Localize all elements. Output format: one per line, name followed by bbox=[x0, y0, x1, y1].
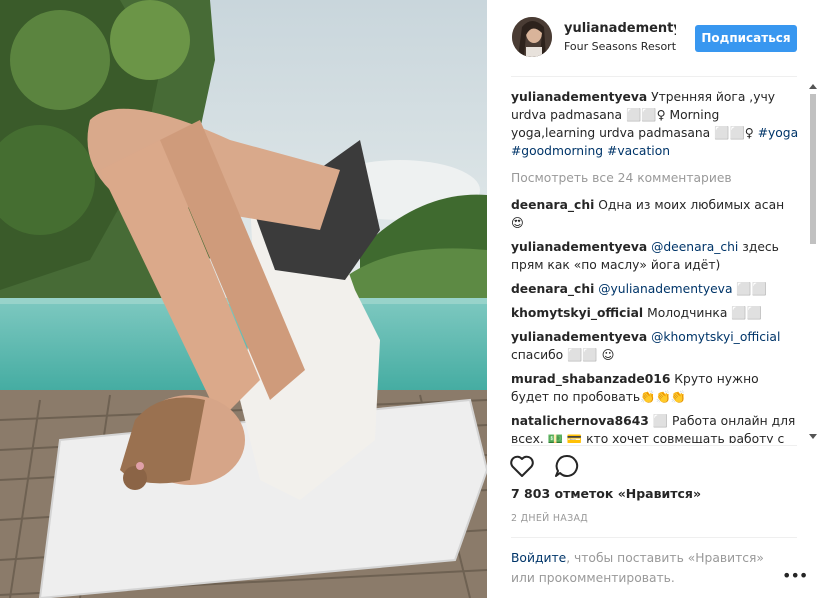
comment-text: ⬜⬜ bbox=[736, 282, 768, 296]
scroll-down-arrow-icon[interactable] bbox=[809, 434, 817, 439]
comment-username[interactable]: khomytskyi_official bbox=[511, 306, 643, 320]
avatar[interactable] bbox=[512, 17, 552, 57]
scrollbar-thumb[interactable] bbox=[810, 94, 816, 244]
comments-scrollbar[interactable] bbox=[808, 78, 818, 445]
comment: murad_shabanzade016 Круто нужно будет по… bbox=[511, 370, 799, 406]
more-options-icon[interactable]: ••• bbox=[782, 566, 808, 585]
comment: yulianadementyeva @khomytskyi_official с… bbox=[511, 328, 799, 364]
yoga-photo-illustration bbox=[0, 0, 487, 598]
likes-count[interactable]: 7 803 отметок «Нравится» bbox=[511, 486, 701, 501]
header-location[interactable]: Four Seasons Resort bbox=[564, 40, 676, 53]
login-prompt: Войдите, чтобы поставить «Нравится» или … bbox=[511, 548, 771, 588]
comment: deenara_chi Одна из моих любимых асан 😍 bbox=[511, 196, 799, 232]
post-panel: yulianadementyeva Four Seasons Resort По… bbox=[487, 0, 819, 598]
hashtag-yoga[interactable]: #yoga bbox=[758, 126, 798, 140]
comment-username[interactable]: deenara_chi bbox=[511, 198, 594, 212]
comment: khomytskyi_official Молодчинка ⬜⬜ bbox=[511, 304, 799, 322]
comment-username[interactable]: natalichernova8643 bbox=[511, 414, 649, 428]
post-timestamp[interactable]: 2 ДНЕЙ НАЗАД bbox=[511, 513, 588, 524]
scroll-up-arrow-icon[interactable] bbox=[809, 84, 817, 89]
post-header: yulianadementyeva Four Seasons Resort По… bbox=[487, 0, 819, 76]
header-username[interactable]: yulianadementyeva bbox=[564, 21, 676, 36]
caption: yulianadementyeva Утренняя йога ,учу urd… bbox=[511, 88, 799, 160]
comment-username[interactable]: yulianadementyeva bbox=[511, 330, 647, 344]
action-bar bbox=[509, 454, 594, 480]
comment-text: спасибо ⬜⬜ ☺ bbox=[511, 348, 615, 362]
comment: deenara_chi @yulianadementyeva ⬜⬜ bbox=[511, 280, 799, 298]
actions-divider bbox=[511, 445, 797, 446]
comment-text: Молодчинка ⬜⬜ bbox=[647, 306, 762, 320]
comment-username[interactable]: deenara_chi bbox=[511, 282, 594, 296]
comments-list[interactable]: yulianadementyeva Утренняя йога ,учу urd… bbox=[511, 88, 799, 443]
comment-mention[interactable]: @yulianadementyeva bbox=[598, 282, 732, 296]
hashtag-vacation[interactable]: #vacation bbox=[607, 144, 670, 158]
comment-icon[interactable] bbox=[554, 454, 580, 482]
comment-username[interactable]: murad_shabanzade016 bbox=[511, 372, 670, 386]
hashtag-goodmorning[interactable]: #goodmorning bbox=[511, 144, 603, 158]
avatar-image bbox=[512, 17, 552, 57]
comment-username[interactable]: yulianadementyeva bbox=[511, 240, 647, 254]
follow-button[interactable]: Подписаться bbox=[695, 25, 797, 52]
view-all-comments-link[interactable]: Посмотреть все 24 комментариев bbox=[511, 169, 799, 187]
comment-mention[interactable]: @khomytskyi_official bbox=[651, 330, 780, 344]
header-divider bbox=[511, 76, 797, 77]
comment-mention[interactable]: @deenara_chi bbox=[651, 240, 738, 254]
caption-username[interactable]: yulianadementyeva bbox=[511, 90, 647, 104]
comment: natalichernova8643 ⬜ Работа онлайн для в… bbox=[511, 412, 799, 443]
footer-divider bbox=[511, 537, 797, 538]
post-photo[interactable] bbox=[0, 0, 487, 598]
heart-icon[interactable] bbox=[509, 454, 535, 482]
comment: yulianadementyeva @deenara_chi здесь пря… bbox=[511, 238, 799, 274]
login-link[interactable]: Войдите bbox=[511, 551, 566, 565]
